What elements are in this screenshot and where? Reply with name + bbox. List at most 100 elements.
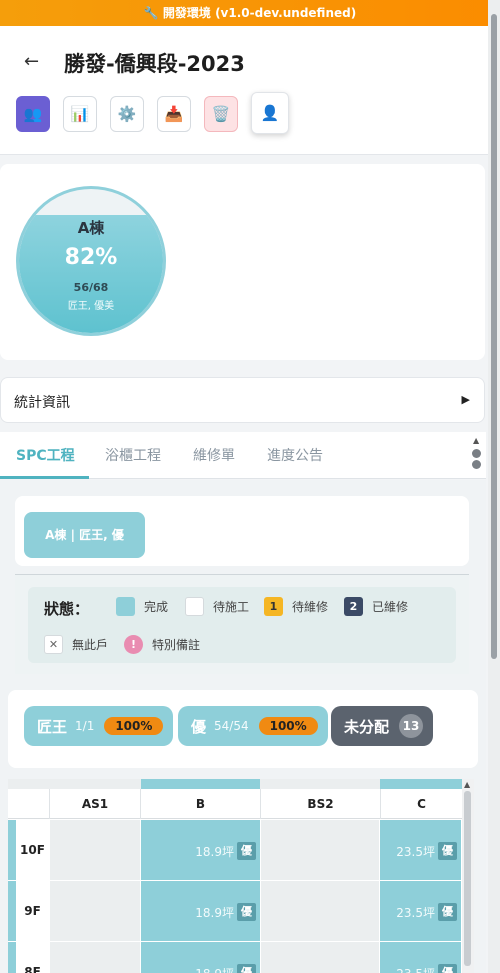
contractor-badge: 優 [438,903,457,921]
settings-button[interactable]: ⚙️ [110,96,144,132]
tab-bath-cabinet[interactable]: 浴櫃工程 [105,445,161,465]
unit-area: 18.9坪 [195,906,234,920]
scroll-up-icon: ▲ [464,780,471,789]
active-tab-indicator [0,476,89,479]
progress-contractors: 匠王, 優美 [67,301,115,312]
table-row: 10F 18.9坪優 23.5坪優 [8,820,462,880]
team-button[interactable]: 👥 [16,96,50,132]
legend-label: 已維修 [372,600,409,614]
contractor-chip-unassigned[interactable]: 未分配 13 [331,706,434,746]
legend-label: 無此戶 [72,638,109,652]
unit-cell[interactable]: 18.9坪優 [141,942,261,973]
scrollbar-thumb[interactable] [491,14,497,659]
scrollbar-thumb[interactable] [464,791,471,966]
team-icon: 👥 [23,105,43,123]
trash-icon: 🗑️ [211,105,231,123]
contractor-percent-badge: 100% [104,717,164,735]
legend-item-to-repair: 1 待維修 [264,597,328,616]
stats-toggle[interactable]: 統計資訊 ▶ [0,377,485,423]
scroll-dot [472,449,481,458]
contractor-percent-badge: 100% [258,717,318,735]
partial-cell [380,779,462,789]
page-scrollbar[interactable] [488,0,500,973]
expand-arrow-icon: ▶ [461,393,470,406]
unit-area: 23.5坪 [396,965,435,973]
grid-scrollbar[interactable]: ▲ [462,779,474,973]
unit-cell[interactable]: 18.9坪優 [141,881,261,941]
delete-button[interactable]: 🗑️ [204,96,238,132]
tab-spc[interactable]: SPC工程 [16,445,75,465]
floor-label: 10F [8,820,50,880]
unit-area: 23.5坪 [396,845,435,859]
grid-corner [8,789,50,819]
grid-header: AS1 B BS2 C [8,789,462,819]
tab-repair-orders[interactable]: 維修單 [193,445,235,465]
profile-button[interactable]: 👤 [251,92,289,134]
chart-button[interactable]: 📊 [63,96,97,132]
back-button[interactable]: ← [24,51,39,72]
toolbar: 👥 📊 ⚙️ 📥 🗑️ 👤 [16,92,302,134]
done-swatch [116,597,135,616]
contractor-name: 優 [191,717,207,736]
tab-scroll-indicator[interactable]: ▲ [471,436,483,476]
unit-cell[interactable]: 18.9坪優 [141,820,261,880]
building-chip[interactable]: A棟 | 匠王, 優 [24,512,145,558]
legend-label: 待施工 [213,600,250,614]
column-header: C [417,797,426,811]
unit-cell[interactable] [261,820,380,880]
to-repair-swatch: 1 [264,597,283,616]
legend-label: 待維修 [292,600,329,614]
tab-bar: SPC工程 浴櫃工程 維修單 進度公告 [0,432,486,479]
unit-area: 18.9坪 [195,965,234,973]
legend-label: 完成 [144,600,169,614]
repaired-swatch: 2 [344,597,363,616]
unit-cell[interactable]: 23.5坪優 [380,881,462,941]
gear-icon: ⚙️ [117,105,137,123]
inbox-tray-icon: 📥 [164,105,184,123]
status-legend-section: 狀態： 完成 待施工 1 待維修 2 已維修 ✕ 無此戶 ! 特別備註 [15,574,469,674]
grid-partial-row [8,779,462,789]
legend-title: 狀態： [44,600,90,618]
scroll-up-icon: ▲ [473,436,480,445]
contractor-name: 未分配 [344,717,390,736]
progress-count: 56/68 [73,281,109,294]
unit-cell[interactable] [50,881,141,941]
table-row: 8F 18.9坪優 23.5坪優 [8,942,462,973]
contractor-chip-jiangwang[interactable]: 匠王 1/1 100% [24,706,174,746]
unit-cell[interactable] [50,942,141,973]
chart-icon: 📊 [70,105,90,123]
legend-item-repaired: 2 已維修 [344,597,408,616]
contractor-fraction: 54/54 [214,719,249,733]
column-header: AS1 [50,789,141,819]
table-row: 9F 18.9坪優 23.5坪優 [8,881,462,941]
page-header: ← 勝發-僑興段-2023 👥 📊 ⚙️ 📥 🗑️ 👤 [0,26,488,155]
unassigned-count-badge: 13 [399,714,424,738]
unit-grid: AS1 B BS2 C 10F 18.9坪優 23.5坪優 9F 18.9坪優 … [8,779,462,973]
unit-cell[interactable]: 23.5坪優 [380,820,462,880]
contractor-chip-you[interactable]: 優 54/54 100% [178,706,328,746]
contractor-badge: 優 [438,842,457,860]
legend-item-done: 完成 [116,597,168,616]
import-button[interactable]: 📥 [157,96,191,132]
legend-item-no-unit: ✕ 無此戶 [44,635,108,654]
close-icon: ✕ [44,635,63,654]
scroll-dot [472,460,481,469]
building-selector: A棟 | 匠王, 優 [15,496,469,566]
progress-percent: 82% [64,245,118,270]
status-legend: 狀態： 完成 待施工 1 待維修 2 已維修 ✕ 無此戶 ! 特別備註 [28,587,456,663]
unit-cell[interactable] [50,820,141,880]
tab-progress-notices[interactable]: 進度公告 [267,445,323,465]
progress-circle[interactable]: A棟 82% 56/68 匠王, 優美 [16,186,166,336]
progress-card: A棟 82% 56/68 匠王, 優美 [0,164,485,360]
unit-cell[interactable] [261,942,380,973]
alert-icon: ! [124,635,143,654]
contractor-summary: 匠王 1/1 100% 優 54/54 100% 未分配 13 [8,690,478,768]
user-icon: 👤 [260,104,280,122]
unit-cell[interactable] [261,881,380,941]
unit-cell[interactable]: 23.5坪優 [380,942,462,973]
building-name: A棟 [77,219,105,237]
contractor-badge: 優 [237,842,256,860]
partial-cell [141,779,260,789]
column-header: B [141,789,261,819]
floor-label: 8F [8,942,50,973]
